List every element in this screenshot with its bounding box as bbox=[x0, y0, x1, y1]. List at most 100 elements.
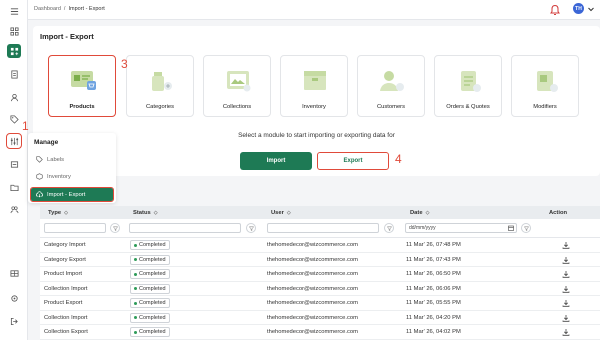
sort-icon: ◇ bbox=[286, 209, 291, 216]
avatar[interactable]: TH bbox=[573, 3, 584, 14]
status-dot bbox=[134, 287, 137, 290]
table-row: Product Import Completed thehomedecor@wi… bbox=[40, 267, 600, 282]
module-label-collections: Collections bbox=[222, 104, 252, 110]
status-text: Completed bbox=[139, 285, 166, 292]
column-user[interactable]: User ◇ bbox=[271, 206, 291, 219]
download-icon[interactable] bbox=[562, 285, 570, 293]
filter-icon[interactable] bbox=[521, 223, 531, 233]
module-products[interactable]: Products bbox=[48, 55, 116, 117]
side-rail bbox=[0, 0, 28, 340]
status-filter-input[interactable] bbox=[129, 223, 241, 233]
status-badge: Completed bbox=[130, 269, 170, 279]
page-title: Import - Export bbox=[40, 32, 94, 41]
cell-user: thehomedecor@wizcommerce.com bbox=[267, 300, 358, 306]
tag-icon[interactable] bbox=[7, 112, 21, 126]
user-icon[interactable] bbox=[7, 90, 21, 104]
gear-icon[interactable] bbox=[7, 291, 21, 305]
menu-icon[interactable] bbox=[7, 4, 21, 18]
module-customers[interactable]: Customers bbox=[357, 55, 425, 117]
menu-item-inventory[interactable]: Inventory bbox=[31, 170, 113, 183]
catalog-icon[interactable] bbox=[7, 44, 21, 58]
filter-icon[interactable] bbox=[110, 223, 120, 233]
module-categories[interactable]: Categories bbox=[126, 55, 194, 117]
folder-icon[interactable] bbox=[7, 180, 21, 194]
status-badge: Completed bbox=[130, 327, 170, 337]
filter-icon[interactable] bbox=[246, 223, 256, 233]
module-label-inventory: Inventory bbox=[302, 104, 326, 110]
column-type[interactable]: Type ◇ bbox=[48, 206, 68, 219]
calendar-icon[interactable] bbox=[508, 225, 514, 231]
import-button[interactable]: Import bbox=[240, 152, 312, 170]
download-icon[interactable] bbox=[562, 270, 570, 278]
filter-icon[interactable] bbox=[384, 223, 394, 233]
sales-icon[interactable] bbox=[7, 157, 21, 171]
module-collections[interactable]: Collections bbox=[203, 55, 271, 117]
cell-date: 11 Mar' 26, 06:50 PM bbox=[406, 271, 461, 277]
export-button[interactable]: Export bbox=[317, 152, 389, 170]
module-orders-quotes[interactable]: Orders & Quotes bbox=[434, 55, 502, 117]
grid-icon[interactable] bbox=[7, 266, 21, 280]
column-action-label: Action bbox=[549, 209, 568, 216]
menu-item-label: Inventory bbox=[47, 173, 71, 180]
import-export-card: Import - Export Products Categories Coll… bbox=[33, 26, 600, 176]
sort-icon: ◇ bbox=[64, 209, 68, 216]
orders-quotes-icon bbox=[461, 71, 481, 92]
breadcrumb-dashboard[interactable]: Dashboard bbox=[34, 6, 61, 12]
chevron-down-icon[interactable] bbox=[587, 5, 595, 13]
flyout-title: Manage bbox=[34, 139, 59, 146]
logout-icon[interactable] bbox=[7, 314, 21, 328]
download-icon[interactable] bbox=[562, 314, 570, 322]
cell-user: thehomedecor@wizcommerce.com bbox=[267, 314, 358, 321]
sort-icon: ◇ bbox=[425, 209, 430, 216]
status-badge: Completed bbox=[130, 240, 170, 250]
module-modifiers[interactable]: Modifiers bbox=[511, 55, 579, 117]
download-icon[interactable] bbox=[562, 256, 570, 264]
status-dot bbox=[134, 316, 137, 319]
column-date[interactable]: Date ◇ bbox=[410, 206, 429, 219]
status-text: Completed bbox=[139, 314, 166, 321]
status-dot bbox=[134, 243, 137, 247]
menu-item-label: Labels bbox=[47, 156, 65, 163]
cell-type: Product Export bbox=[44, 300, 83, 306]
customers-icon bbox=[380, 71, 404, 91]
status-text: Completed bbox=[139, 271, 166, 277]
dashboard-icon[interactable] bbox=[7, 24, 21, 38]
cell-user: thehomedecor@wizcommerce.com bbox=[267, 271, 358, 277]
column-status-label: Status bbox=[133, 209, 151, 216]
bell-icon[interactable] bbox=[550, 4, 560, 16]
inventory-icon bbox=[304, 71, 326, 90]
date-filter-input[interactable]: dd/mm/yyyy bbox=[405, 223, 517, 233]
column-user-label: User bbox=[271, 209, 284, 216]
cell-type: Category Export bbox=[44, 256, 86, 263]
table-row: Collection Export Completed thehomedecor… bbox=[40, 325, 600, 340]
cell-type: Product Import bbox=[44, 271, 83, 277]
orders-icon[interactable] bbox=[7, 67, 21, 81]
cell-date: 11 Mar' 26, 07:48 PM bbox=[406, 242, 461, 248]
settings-icon[interactable] bbox=[6, 133, 22, 149]
menu-item-labels[interactable]: Labels bbox=[31, 153, 113, 166]
module-inventory[interactable]: Inventory bbox=[280, 55, 348, 117]
user-filter-input[interactable] bbox=[267, 223, 379, 233]
cell-type: Collection Import bbox=[44, 285, 88, 292]
top-bar: Dashboard / Import - Export TH bbox=[28, 0, 600, 20]
column-action: Action bbox=[549, 206, 567, 219]
cell-user: thehomedecor@wizcommerce.com bbox=[267, 285, 358, 292]
download-icon[interactable] bbox=[562, 241, 570, 249]
column-status[interactable]: Status ◇ bbox=[133, 206, 158, 219]
cell-type: Collection Import bbox=[44, 314, 88, 321]
status-dot bbox=[134, 272, 137, 276]
module-label-categories: Categories bbox=[145, 104, 175, 110]
users-icon[interactable] bbox=[7, 202, 21, 216]
table-row: Product Export Completed thehomedecor@wi… bbox=[40, 296, 600, 311]
cell-type: Collection Export bbox=[44, 329, 88, 335]
download-icon[interactable] bbox=[562, 328, 570, 336]
status-text: Completed bbox=[139, 329, 166, 335]
download-icon[interactable] bbox=[562, 299, 570, 307]
type-filter-input[interactable] bbox=[44, 223, 106, 233]
menu-item-import-export[interactable]: Import - Export bbox=[30, 187, 114, 202]
filter-row: dd/mm/yyyy bbox=[40, 219, 600, 238]
status-dot bbox=[134, 330, 137, 334]
module-hint-text: Select a module to start importing or ex… bbox=[238, 132, 395, 139]
module-label-products: Products bbox=[69, 104, 95, 110]
table-row: Category Import Completed thehomedecor@w… bbox=[40, 238, 600, 253]
